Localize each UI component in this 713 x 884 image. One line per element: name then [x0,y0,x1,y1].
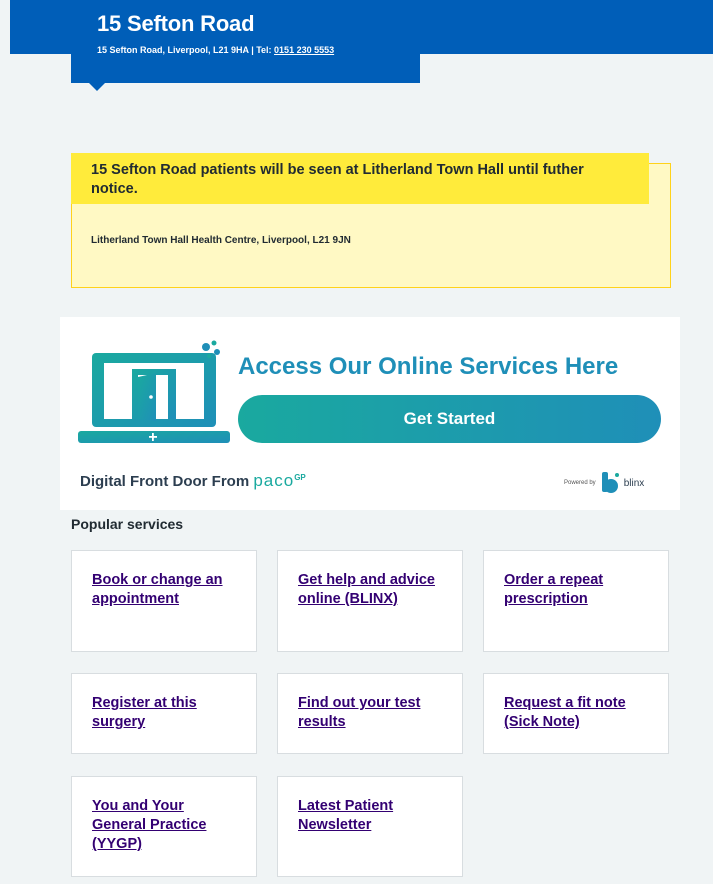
laptop-door-icon [78,340,230,443]
service-link-register[interactable]: Register at this surgery [92,694,236,732]
address-text: 15 Sefton Road, Liverpool, L21 9HA | Tel… [97,45,275,55]
paco-logo: paco [253,471,295,490]
service-link-book-appointment[interactable]: Book or change an appointment [92,571,236,609]
banner-headline: Access Our Online Services Here [238,353,619,380]
service-card[interactable]: Book or change an appointment [71,550,257,652]
blinx-brand: blinx [623,477,645,489]
notice-body: Litherland Town Hall Health Centre, Live… [91,235,351,246]
service-card[interactable]: Register at this surgery [71,673,257,754]
notice-heading: 15 Sefton Road patients will be seen at … [71,153,649,204]
powered-by-label: Powered by [564,480,596,486]
practice-header: 15 Sefton Road 15 Sefton Road, Liverpool… [71,0,420,83]
practice-address: 15 Sefton Road, Liverpool, L21 9HA | Tel… [97,45,420,55]
popular-services-heading: Popular services [71,516,184,532]
service-card[interactable]: Latest Patient Newsletter [277,776,463,877]
service-card[interactable]: Find out your test results [277,673,463,754]
dfd-prefix: Digital Front Door From [80,473,254,490]
online-services-banner[interactable]: Access Our Online Services Here Get Star… [60,317,680,510]
digital-front-door-text: Digital Front Door From pacoGP [80,471,306,491]
service-link-help-online[interactable]: Get help and advice online (BLINX) [298,571,442,609]
service-card[interactable]: Request a fit note (Sick Note) [483,673,669,754]
header-pointer [89,83,105,91]
service-link-test-results[interactable]: Find out your test results [298,694,442,732]
service-card[interactable]: You and Your General Practice (YYGP) [71,776,257,877]
phone-link[interactable]: 0151 230 5553 [274,45,334,55]
get-started-button[interactable]: Get Started [238,395,661,443]
service-link-yygp[interactable]: You and Your General Practice (YYGP) [92,797,236,854]
service-link-newsletter[interactable]: Latest Patient Newsletter [298,797,442,835]
paco-gp: GP [294,473,306,482]
blinx-logo-icon [601,472,619,493]
service-link-repeat-prescription[interactable]: Order a repeat prescription [504,571,648,609]
service-link-fit-note[interactable]: Request a fit note (Sick Note) [504,694,648,732]
page-title: 15 Sefton Road [97,11,255,36]
service-card[interactable]: Get help and advice online (BLINX) [277,550,463,652]
powered-by-blinx: Powered by blinx [564,472,644,494]
service-card[interactable]: Order a repeat prescription [483,550,669,652]
